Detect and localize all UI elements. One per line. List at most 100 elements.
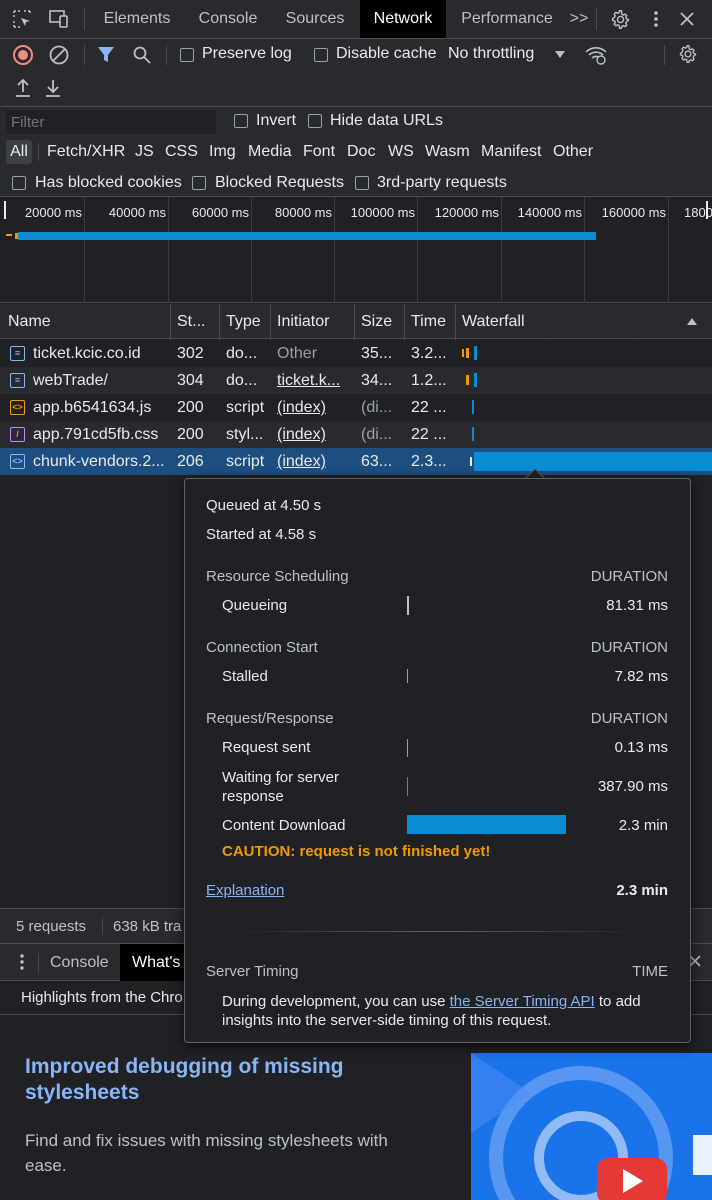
filter-type-fetch-xhr[interactable]: Fetch/XHR [47,140,125,164]
content-download-bar [407,815,566,834]
article-title[interactable]: Improved debugging of missing stylesheet… [25,1054,344,1106]
waiting-label-line: Waiting for server [222,769,339,786]
drawer-tab-whats-new[interactable]: What's [120,944,184,981]
tab-elements[interactable]: Elements [92,0,182,38]
column-header-name[interactable]: Name [2,304,170,339]
record-stop-icon[interactable] [12,44,34,66]
queueing-value: 81.31 ms [606,597,668,614]
device-toolbar-icon[interactable] [48,9,70,29]
column-header-status[interactable]: St... [171,304,219,339]
request-initiator-link[interactable]: ticket.k... [271,367,354,394]
explanation-link[interactable]: Explanation [206,882,284,899]
highlights-text: Highlights from the Chro [21,989,183,1006]
stalled-label: Stalled [222,668,268,685]
chevron-down-icon [555,51,565,58]
column-header-initiator[interactable]: Initiator [271,304,354,339]
overview-tick-label: 100000 ms [350,205,415,220]
duration-label: DURATION [590,568,668,585]
waterfall-bar [472,427,474,441]
request-sent-value: 0.13 ms [614,739,668,756]
column-header-waterfall[interactable]: Waterfall [456,304,656,339]
blocked-requests-checkbox[interactable] [192,176,206,190]
preserve-log-checkbox[interactable] [180,48,194,62]
table-row[interactable]: ≡ webTrade/ 304 do... ticket.k... 34... … [0,367,712,394]
filter-type-wasm[interactable]: Wasm [425,140,470,164]
throttling-select[interactable]: No throttling [448,45,572,63]
table-row[interactable]: ≡ ticket.kcic.co.id 302 do... Other 35..… [0,340,712,367]
more-tabs-button[interactable]: >> [566,0,592,38]
waiting-value: 387.90 ms [597,778,668,795]
invert-checkbox[interactable] [234,114,248,128]
filter-icon[interactable] [96,45,116,65]
tab-performance[interactable]: Performance [450,0,564,38]
filter-type-ws[interactable]: WS [388,140,414,164]
more-options-icon[interactable] [646,9,666,29]
server-timing-description: During development, you can use the Serv… [222,992,672,1030]
filter-type-all[interactable]: All [6,140,32,164]
connection-start-heading: Connection Start [206,639,318,656]
drawer-tab-console[interactable]: Console [50,954,109,972]
search-icon[interactable] [132,45,152,65]
column-header-time[interactable]: Time [405,304,455,339]
third-party-checkbox[interactable] [355,176,369,190]
request-status: 200 [177,426,204,443]
tab-console[interactable]: Console [186,0,270,38]
started-at: Started at 4.58 s [206,526,317,543]
duration-label: DURATION [590,639,668,656]
request-initiator-link[interactable]: (index) [271,448,354,475]
clear-icon[interactable] [48,44,70,66]
caution-message: CAUTION: request is not finished yet! [222,843,491,860]
waterfall-bar [472,400,474,414]
filter-type-js[interactable]: JS [135,140,154,164]
request-table-header: Name St... Type Initiator Size Time Wate… [0,304,712,339]
article-description-line: Find and fix issues with missing stylesh… [25,1131,388,1150]
filter-type-font[interactable]: Font [303,140,335,164]
table-row[interactable]: <> app.b6541634.js 200 script (index) (d… [0,394,712,421]
network-overview[interactable]: 20000 ms 40000 ms 60000 ms 80000 ms 1000… [0,197,712,303]
disable-cache-checkbox[interactable] [314,48,328,62]
import-har-icon[interactable] [14,78,32,98]
sort-ascending-icon[interactable] [686,317,698,326]
waterfall-bar [474,346,477,360]
waiting-bar [407,777,408,796]
drawer-menu-icon[interactable] [14,953,30,971]
waterfall-bar [462,349,464,357]
preserve-log-label: Preserve log [202,45,292,62]
filter-type-doc[interactable]: Doc [347,140,375,164]
inspect-element-icon[interactable] [12,9,32,29]
tab-sources[interactable]: Sources [274,0,356,38]
filter-input[interactable] [6,110,216,134]
table-row[interactable]: / app.791cd5fb.css 200 styl... (index) (… [0,421,712,448]
tab-network[interactable]: Network [360,0,446,38]
server-timing-api-link[interactable]: the Server Timing API [450,993,595,1010]
hide-data-urls-checkbox[interactable] [308,114,322,128]
table-row-selected[interactable]: <> chunk-vendors.2... 206 script (index)… [0,448,712,475]
section-divider [233,931,643,932]
filter-type-img[interactable]: Img [209,140,236,164]
request-type: do... [226,372,258,389]
request-size: 35... [361,345,393,362]
column-header-type[interactable]: Type [220,304,270,339]
request-initiator-link[interactable]: (index) [271,421,354,448]
filter-type-css[interactable]: CSS [165,140,198,164]
export-har-icon[interactable] [44,78,62,98]
column-header-size[interactable]: Size [355,304,404,339]
article-description: Find and fix issues with missing stylesh… [25,1128,388,1178]
filter-type-manifest[interactable]: Manifest [481,140,541,164]
server-timing-text: insights into the server-side timing of … [222,1012,552,1029]
network-conditions-icon[interactable] [584,44,608,66]
article-title-line: stylesheets [25,1081,140,1104]
network-toolbar: Preserve log Disable cache No throttling [0,39,712,107]
gear-icon[interactable] [610,9,631,30]
network-settings-gear-icon[interactable] [678,44,698,64]
resource-scheduling-heading: Resource Scheduling [206,568,349,585]
queued-at: Queued at 4.50 s [206,497,322,514]
blocked-requests-label: Blocked Requests [215,174,344,191]
article-video-thumbnail[interactable] [471,1053,712,1200]
filter-type-other[interactable]: Other [553,140,593,164]
request-initiator-link[interactable]: (index) [271,394,354,421]
has-blocked-cookies-checkbox[interactable] [12,176,26,190]
stalled-value: 7.82 ms [614,668,668,685]
close-icon[interactable] [678,10,696,28]
filter-type-media[interactable]: Media [248,140,292,164]
